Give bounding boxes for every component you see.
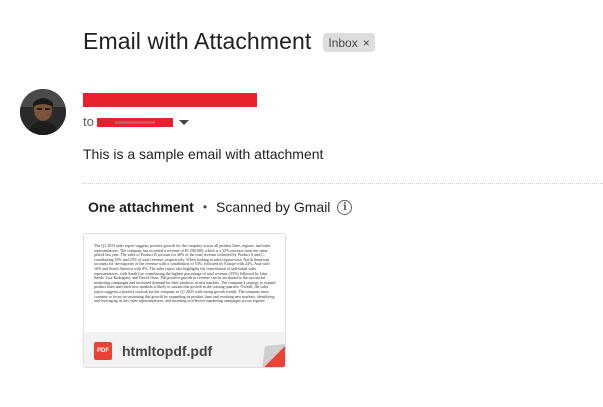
attachments-header: One attachment • Scanned by Gmail i bbox=[88, 199, 353, 215]
recipient-redacted bbox=[96, 118, 173, 127]
attachment-footer[interactable]: PDF htmltopdf.pdf bbox=[84, 332, 285, 367]
email-body: This is a sample email with attachment bbox=[83, 146, 324, 162]
attachment-filename: htmltopdf.pdf bbox=[122, 342, 213, 359]
to-label: to bbox=[83, 114, 94, 129]
info-icon[interactable]: i bbox=[337, 199, 353, 215]
pdf-file-icon: PDF bbox=[94, 341, 112, 360]
attachment-preview[interactable]: The Q1 2023 sales report suggests positi… bbox=[84, 234, 285, 332]
attachments-count: One attachment bbox=[88, 199, 194, 215]
subject-row: Email with Attachment Inbox × bbox=[83, 28, 375, 55]
preview-text: The Q1 2023 sales report suggests positi… bbox=[94, 243, 276, 304]
inbox-label-text: Inbox bbox=[328, 35, 358, 50]
caret-down-icon[interactable] bbox=[178, 120, 189, 125]
recipient-row: to bbox=[83, 114, 189, 129]
sender-name-redacted bbox=[83, 93, 257, 107]
remove-label-icon[interactable]: × bbox=[363, 36, 370, 50]
attachment-divider bbox=[83, 183, 603, 184]
inbox-label-chip[interactable]: Inbox × bbox=[323, 33, 375, 52]
separator-dot: • bbox=[202, 200, 208, 214]
attachment-card[interactable]: The Q1 2023 sales report suggests positi… bbox=[83, 233, 286, 368]
redaction-bar bbox=[83, 102, 257, 107]
avatar[interactable] bbox=[20, 89, 66, 135]
email-subject: Email with Attachment bbox=[83, 28, 312, 54]
page-corner-fold-icon bbox=[262, 344, 285, 367]
scan-status: Scanned by Gmail bbox=[216, 199, 331, 215]
